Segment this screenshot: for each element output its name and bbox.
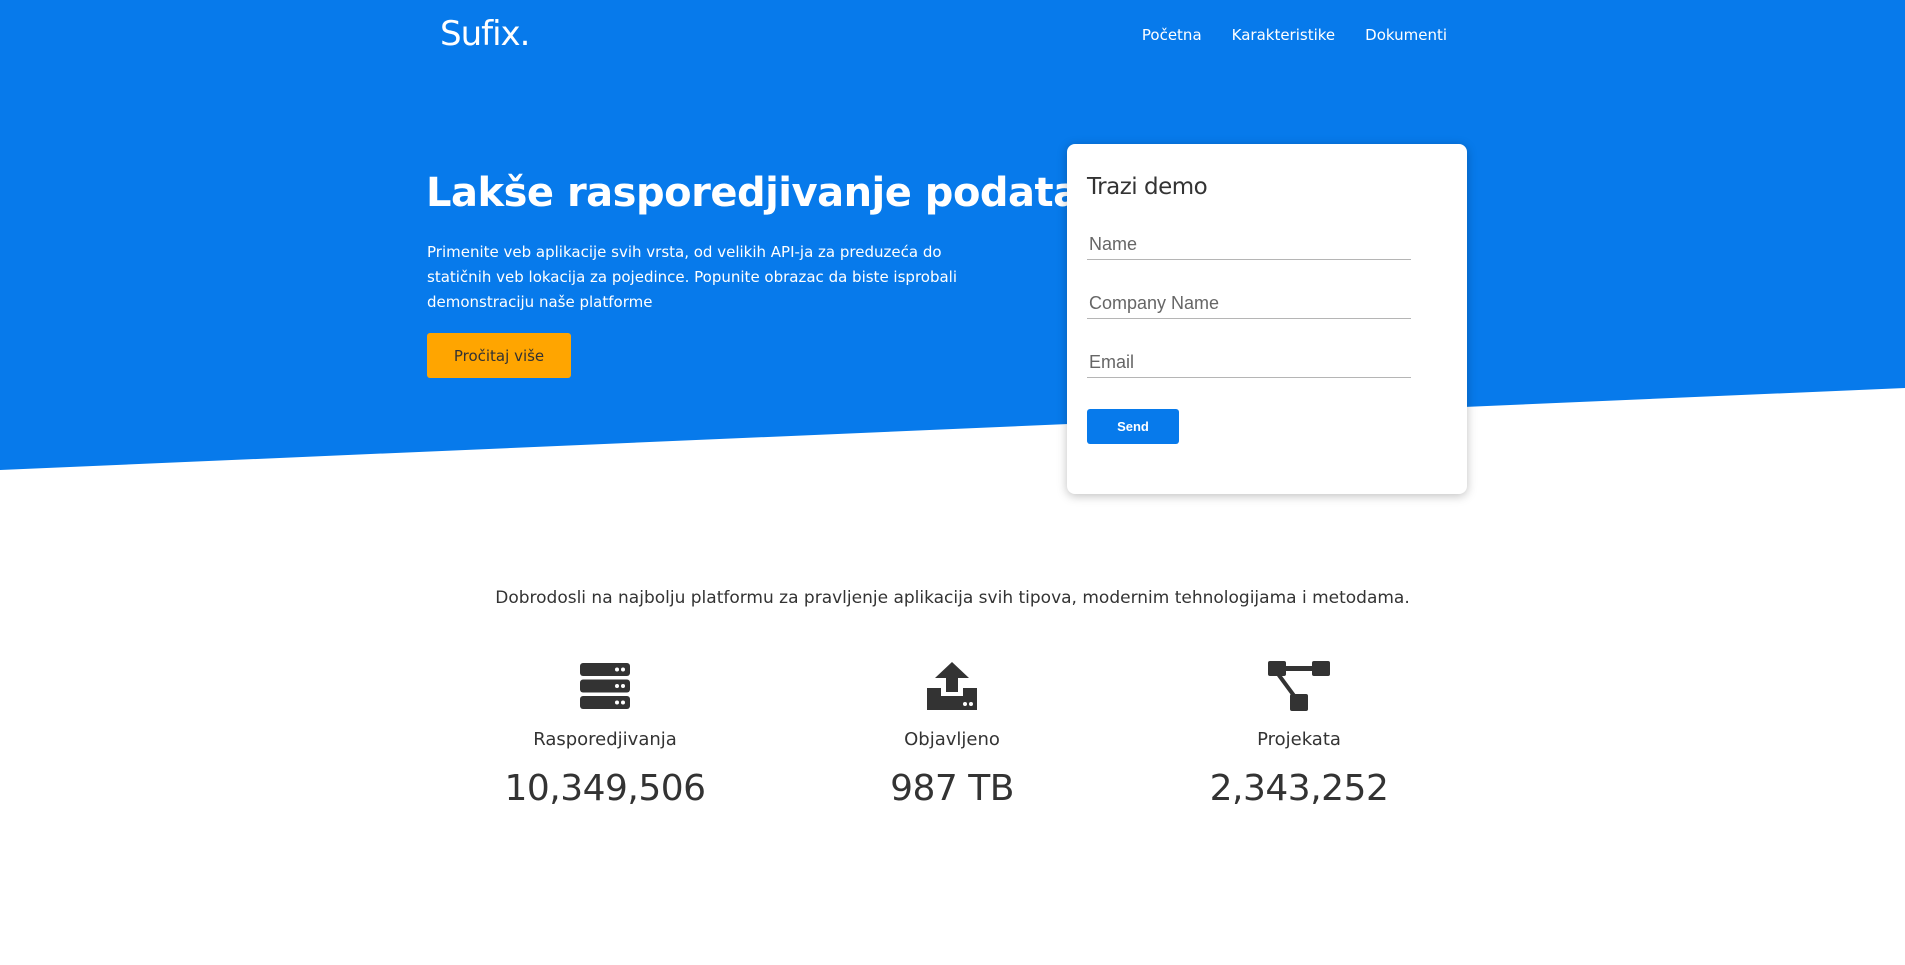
- stat-published: Objavljeno 987 TB: [792, 660, 1112, 809]
- stat-deployments: Rasporedjivanja 10,349,506: [445, 660, 765, 809]
- nav-link-pocetna[interactable]: Početna: [1142, 26, 1202, 44]
- hero-title: Lakše rasporedjivanje podataka: [426, 170, 1133, 216]
- stat-value: 10,349,506: [504, 768, 706, 809]
- stat-value: 987 TB: [890, 768, 1014, 809]
- demo-form-card: Trazi demo Send: [1067, 144, 1467, 494]
- upload-icon: [792, 660, 1112, 712]
- nav-link-karakteristike[interactable]: Karakteristike: [1232, 26, 1336, 44]
- project-diagram-icon: [1139, 660, 1459, 712]
- page: Sufix. Početna Karakteristike Dokumenti …: [0, 0, 1905, 965]
- welcome-text: Dobrodosli na najbolju platformu za prav…: [495, 588, 1410, 608]
- stat-label: Objavljeno: [904, 729, 1000, 750]
- hero-description: Primenite veb aplikacije svih vrsta, od …: [427, 243, 958, 311]
- stat-label: Projekata: [1257, 729, 1341, 750]
- main-nav: Početna Karakteristike Dokumenti: [1142, 26, 1447, 44]
- stat-value: 2,343,252: [1209, 768, 1389, 809]
- hero-background: [0, 0, 1905, 470]
- logo[interactable]: Sufix.: [440, 14, 530, 54]
- nav-link-dokumenti[interactable]: Dokumenti: [1365, 26, 1447, 44]
- stat-projects: Projekata 2,343,252: [1139, 660, 1459, 809]
- stats-section: Rasporedjivanja 10,349,506 Objavljeno 98…: [0, 660, 1905, 840]
- email-input[interactable]: [1087, 348, 1411, 378]
- server-icon: [445, 660, 765, 712]
- site-header: Sufix. Početna Karakteristike Dokumenti: [0, 0, 1905, 70]
- read-more-button[interactable]: Pročitaj više: [427, 333, 571, 378]
- stat-label: Rasporedjivanja: [533, 729, 677, 750]
- send-button[interactable]: Send: [1087, 409, 1179, 444]
- name-input[interactable]: [1087, 230, 1411, 260]
- company-name-input[interactable]: [1087, 289, 1411, 319]
- demo-form-title: Trazi demo: [1087, 174, 1208, 200]
